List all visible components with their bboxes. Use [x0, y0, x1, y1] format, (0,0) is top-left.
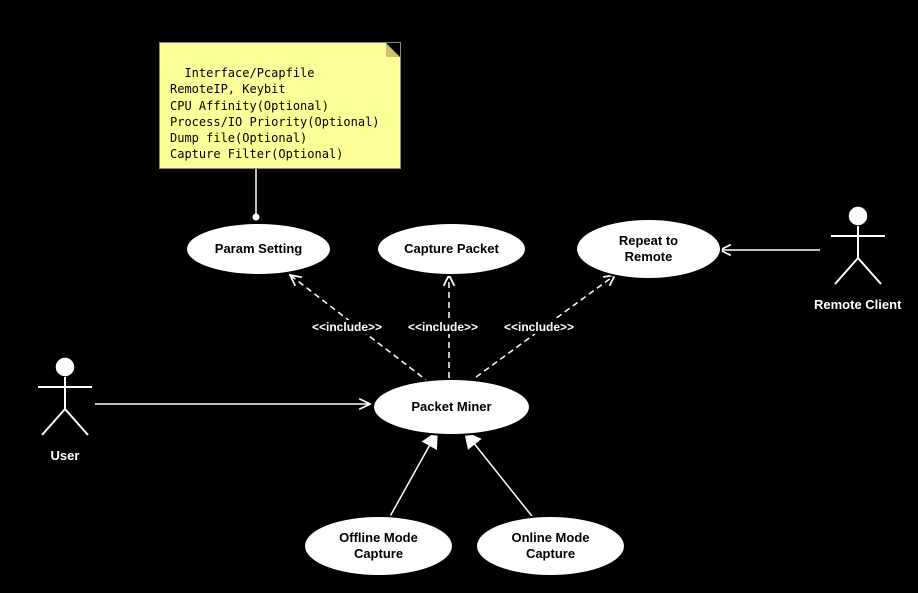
actor-remote-client-label: Remote Client: [814, 297, 901, 312]
note-line-5: Dump file(Optional): [170, 131, 307, 145]
usecase-packet-miner: Packet Miner: [372, 378, 531, 436]
stereotype-include-3: <<include>>: [504, 320, 574, 334]
note-line-4: Process/IO Priority(Optional): [170, 115, 380, 129]
usecase-online-mode: Online Mode Capture: [475, 515, 626, 577]
usecase-offline-mode: Offline Mode Capture: [303, 515, 454, 577]
stickman-icon: [823, 204, 893, 288]
usecase-capture-packet: Capture Packet: [376, 222, 527, 276]
note-line-6: Capture Filter(Optional): [170, 147, 343, 161]
note-box: Interface/Pcapfile RemoteIP, Keybit CPU …: [159, 42, 401, 169]
actor-user-label: User: [30, 448, 100, 463]
note-line-3: CPU Affinity(Optional): [170, 99, 329, 113]
usecase-repeat-remote: Repeat to Remote: [575, 218, 722, 280]
connectors-layer: [0, 0, 918, 593]
note-line-2: RemoteIP, Keybit: [170, 82, 286, 96]
usecase-param-setting: Param Setting: [185, 222, 332, 276]
stereotype-include-2: <<include>>: [408, 320, 478, 334]
actor-remote-client: Remote Client: [814, 204, 901, 312]
actor-user: User: [30, 355, 100, 463]
usecase-packet-miner-label: Packet Miner: [411, 399, 491, 415]
usecase-online-mode-label: Online Mode Capture: [512, 530, 590, 561]
usecase-offline-mode-label: Offline Mode Capture: [339, 530, 418, 561]
usecase-capture-packet-label: Capture Packet: [404, 241, 499, 257]
stereotype-include-1: <<include>>: [312, 320, 382, 334]
stickman-icon: [30, 355, 100, 439]
note-line-1: Interface/Pcapfile: [184, 66, 314, 80]
note-fold-icon: [386, 43, 400, 57]
usecase-repeat-remote-label: Repeat to Remote: [619, 233, 678, 264]
usecase-param-setting-label: Param Setting: [215, 241, 302, 257]
